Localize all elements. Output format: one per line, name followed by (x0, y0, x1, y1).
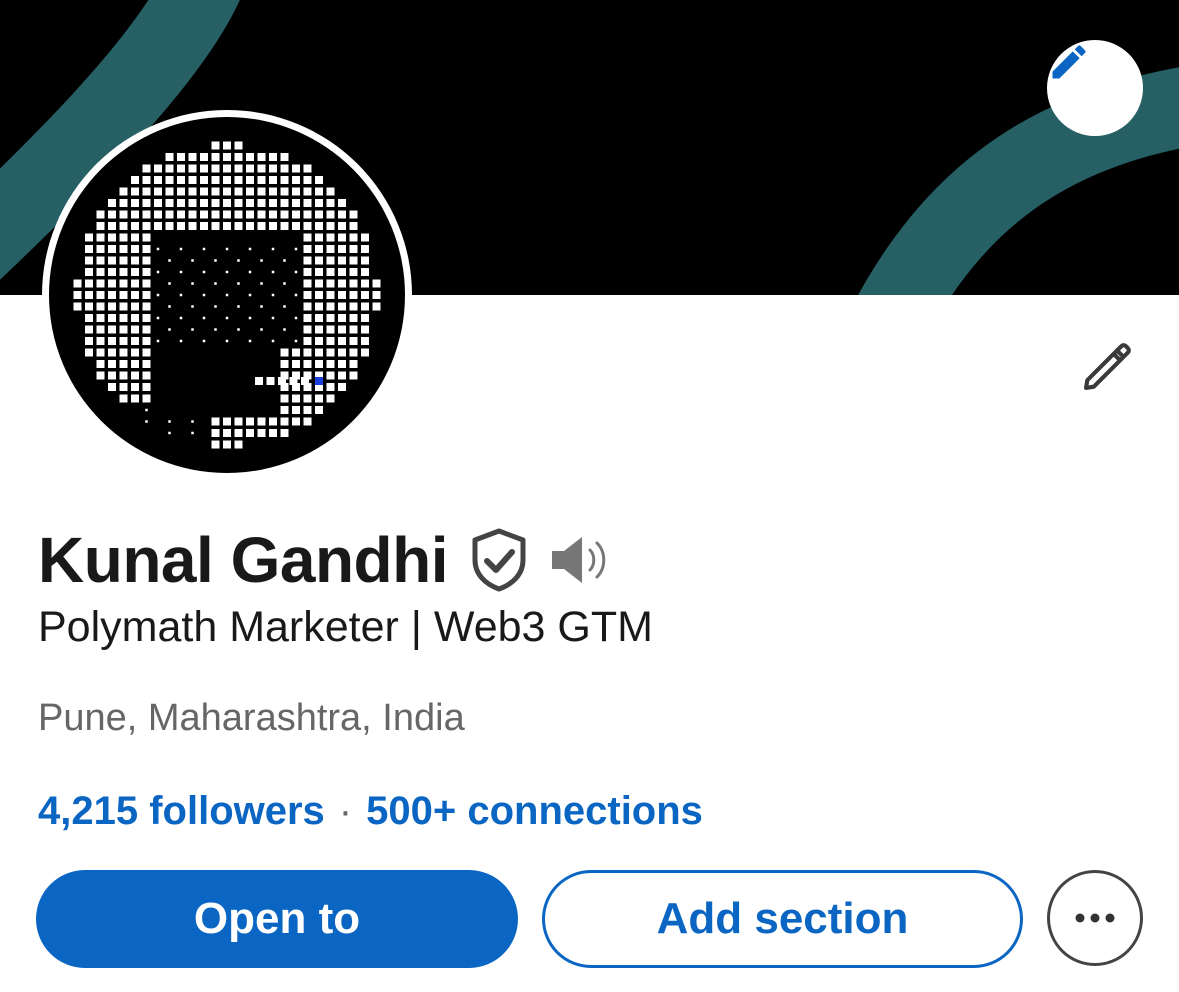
shield-check-icon[interactable] (470, 528, 528, 592)
name-row: Kunal Gandhi (38, 522, 612, 598)
speaker-icon[interactable] (548, 532, 612, 588)
avatar-image (49, 117, 405, 473)
profile-headline: Polymath Marketer | Web3 GTM (38, 603, 653, 651)
pencil-icon (1052, 45, 1086, 79)
profile-location: Pune, Maharashtra, India (38, 697, 465, 739)
profile-name: Kunal Gandhi (38, 524, 449, 596)
edit-intro-button[interactable] (1072, 330, 1144, 402)
connections-link[interactable]: 500+ connections (366, 789, 703, 834)
pencil-outline-icon (1083, 343, 1131, 391)
profile-page: Kunal Gandhi Polymath Marketer | Web3 GT… (0, 0, 1179, 992)
add-section-button[interactable]: Add section (542, 870, 1023, 968)
pixel-portrait (73, 141, 381, 449)
edit-banner-button[interactable] (1047, 40, 1143, 136)
open-to-button[interactable]: Open to (36, 870, 518, 968)
profile-stats: 4,215 followers · 500+ connections (38, 789, 703, 834)
profile-avatar[interactable] (42, 110, 412, 480)
stats-separator: · (338, 789, 353, 833)
more-actions-button[interactable] (1047, 870, 1143, 966)
ellipsis-icon (1075, 913, 1115, 923)
followers-link[interactable]: 4,215 followers (38, 789, 325, 834)
